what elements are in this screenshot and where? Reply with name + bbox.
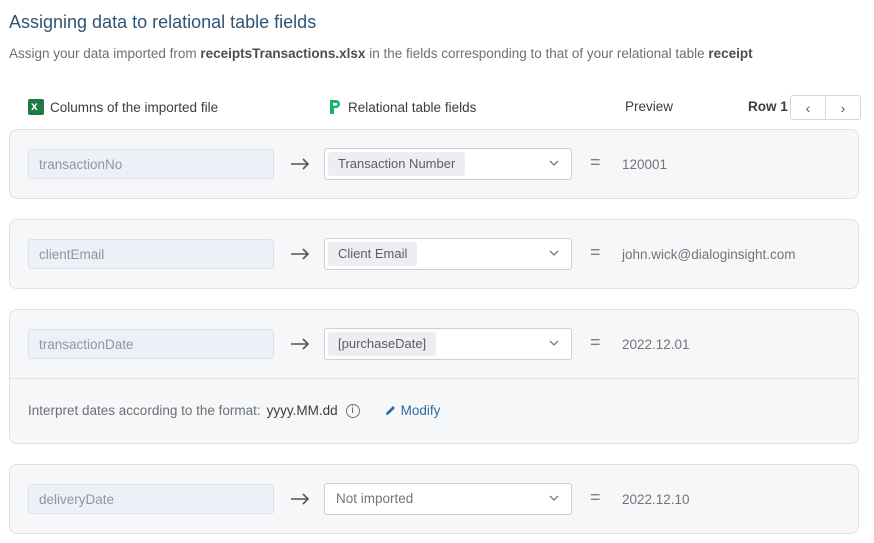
selected-field-chip: [purchaseDate] xyxy=(328,332,437,356)
equals-sign: = xyxy=(590,152,601,172)
arrow-right-icon xyxy=(288,149,312,179)
field-select-value: Not imported xyxy=(336,491,414,506)
chevron-down-icon xyxy=(549,340,559,346)
equals-sign: = xyxy=(590,242,601,262)
mapping-row: transactionNo Transaction Number = 12000… xyxy=(9,129,859,199)
page-title: Assigning data to relational table field… xyxy=(9,12,317,32)
mapping-row: clientEmail Client Email = john.wick@dia… xyxy=(9,219,859,289)
selected-field-chip: Transaction Number xyxy=(328,152,466,176)
preview-value: john.wick@dialoginsight.com xyxy=(622,247,796,262)
source-column: clientEmail xyxy=(28,239,274,269)
arrow-right-icon xyxy=(288,484,312,514)
field-select[interactable]: Transaction Number xyxy=(324,148,572,180)
modify-format-link[interactable]: Modify xyxy=(384,403,441,418)
chevron-down-icon xyxy=(549,250,559,256)
arrow-right-icon xyxy=(288,239,312,269)
preview-value: 120001 xyxy=(622,157,668,172)
selected-field-chip: Client Email xyxy=(328,242,418,266)
next-row-button[interactable]: › xyxy=(826,96,860,119)
arrow-right-icon xyxy=(288,329,312,359)
excel-icon xyxy=(28,99,44,115)
info-icon[interactable]: i xyxy=(345,403,360,418)
equals-sign: = xyxy=(590,487,601,507)
chevron-down-icon xyxy=(549,495,559,501)
row-pager: ‹ › xyxy=(790,95,861,120)
source-column: transactionDate xyxy=(28,329,274,359)
date-format-setting: Interpret dates according to the format:… xyxy=(28,403,440,418)
field-select[interactable]: [purchaseDate] xyxy=(324,328,572,360)
subtitle-text: in the fields corresponding to that of y… xyxy=(365,46,709,61)
mapping-row: deliveryDate Not imported = 2022.12.10 xyxy=(9,464,859,534)
modify-label: Modify xyxy=(400,403,441,418)
mapping-row: transactionDate [purchaseDate] = 2022.12… xyxy=(9,309,859,444)
row-indicator: Row 1 xyxy=(748,99,788,114)
preview-value: 2022.12.01 xyxy=(622,337,690,352)
source-column: deliveryDate xyxy=(28,484,274,514)
divider xyxy=(10,378,858,379)
page-subtitle: Assign your data imported from receiptsT… xyxy=(9,46,753,61)
table-name: receipt xyxy=(708,46,753,61)
chevron-down-icon xyxy=(549,160,559,166)
date-format-label: Interpret dates according to the format: xyxy=(28,403,261,418)
date-format-value: yyyy.MM.dd xyxy=(266,403,338,418)
previous-row-button[interactable]: ‹ xyxy=(791,96,826,119)
equals-sign: = xyxy=(590,332,601,352)
columns-header-label: Columns of the imported file xyxy=(50,99,219,115)
chevron-left-icon: ‹ xyxy=(805,99,811,116)
columns-header: Columns of the imported file xyxy=(28,99,218,115)
preview-header: Preview xyxy=(625,99,674,114)
field-select[interactable]: Not imported xyxy=(324,483,572,515)
source-column: transactionNo xyxy=(28,149,274,179)
relational-table-icon xyxy=(330,100,340,114)
fields-header-label: Relational table fields xyxy=(348,99,477,115)
chevron-right-icon: › xyxy=(840,99,846,116)
subtitle-text: Assign your data imported from xyxy=(9,46,201,61)
file-name: receiptsTransactions.xlsx xyxy=(200,46,366,61)
pencil-icon xyxy=(385,406,395,415)
field-select[interactable]: Client Email xyxy=(324,238,572,270)
preview-value: 2022.12.10 xyxy=(622,492,690,507)
fields-header: Relational table fields xyxy=(328,99,476,115)
